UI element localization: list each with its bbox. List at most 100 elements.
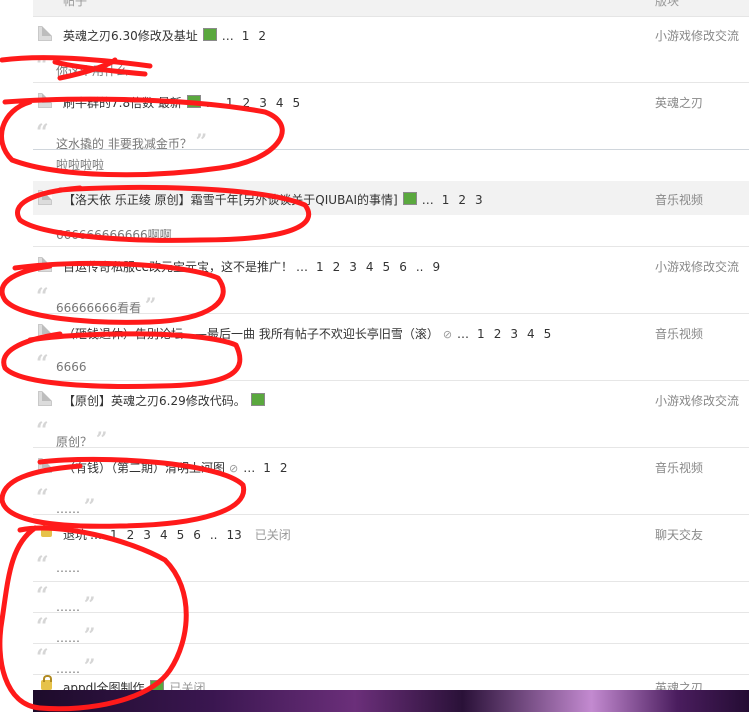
- quote-close-icon: ”: [83, 494, 96, 518]
- post-title-cell: （砸钱退休）告别论坛——最后一曲 我所有帖子不欢迎长亭旧雪（滚） ⊘ … 1 2 3 4 5: [63, 325, 560, 342]
- post-title-link[interactable]: 百运传奇私服ce改元宝元宝，这不是推广！: [63, 260, 293, 274]
- quote-open-icon: “: [36, 53, 49, 79]
- post-title-cell: 刷牛群的7.8倍数 最新 … 1 2 3 4 5: [63, 94, 309, 111]
- page-link[interactable]: 3: [259, 96, 267, 110]
- background-photo: [33, 690, 749, 712]
- pagination: 12345: [226, 96, 309, 110]
- page-link[interactable]: 4: [160, 528, 168, 542]
- page-link[interactable]: 3: [349, 260, 357, 274]
- reply-row: “ …… ”: [33, 613, 749, 647]
- pagination: 1 2 3 4 5 6.. 9: [316, 260, 449, 274]
- page-ellipsis: …: [457, 327, 470, 341]
- page-ellipsis: ..: [209, 528, 218, 542]
- page-link[interactable]: 5: [177, 528, 185, 542]
- page-ellipsis: …: [243, 461, 256, 475]
- page-link[interactable]: 1: [316, 260, 324, 274]
- table-header: 帖子 版块: [33, 0, 749, 17]
- reply-row: “ 这水撬的 非要我减金币？ ”: [33, 119, 749, 153]
- pagination: 12: [242, 29, 275, 43]
- post-title-cell: 百运传奇私服ce改元宝元宝，这不是推广！… 1 2 3 4 5 6.. 9: [63, 258, 449, 275]
- quote-open-icon: “: [36, 284, 49, 310]
- page-link[interactable]: 6: [399, 260, 407, 274]
- page-link[interactable]: 1: [442, 193, 450, 207]
- page-link[interactable]: 4: [276, 96, 284, 110]
- post-title-link[interactable]: 英魂之刃6.30修改及基址: [63, 29, 198, 43]
- page-ellipsis: …: [421, 193, 434, 207]
- page-link[interactable]: 1: [263, 461, 271, 475]
- post-title-link[interactable]: （砸钱退休）告别论坛——最后一曲 我所有帖子不欢迎长亭旧雪（滚）: [63, 327, 439, 341]
- post-title-link[interactable]: 刷牛群的7.8倍数 最新: [63, 96, 182, 110]
- page-link[interactable]: 6: [193, 528, 201, 542]
- document-icon: [38, 26, 52, 41]
- image-attachment-icon: [250, 393, 265, 406]
- pagination: 1 2 3 4 5 6.. 13: [110, 528, 251, 542]
- quote-open-icon: “: [36, 614, 49, 640]
- post-title-cell: 英魂之刃6.30修改及基址 … 1 2: [63, 27, 275, 44]
- page-link[interactable]: 2: [258, 29, 266, 43]
- post-title-link[interactable]: （有钱）（第二期）清明上河图: [63, 461, 225, 475]
- table-row: 刷牛群的7.8倍数 最新 … 1 2 3 4 5 英魂之刃: [33, 84, 749, 118]
- page-link[interactable]: 2: [280, 461, 288, 475]
- page-link[interactable]: 9: [432, 260, 440, 274]
- closed-badge: 已关闭: [254, 528, 291, 542]
- left-margin: [0, 0, 33, 712]
- forum-link[interactable]: 小游戏修改交流: [655, 27, 739, 44]
- page-ellipsis: …: [90, 528, 103, 542]
- page-link[interactable]: 1: [226, 96, 234, 110]
- forum-link[interactable]: 聊天交友: [655, 526, 703, 543]
- table-row: （砸钱退休）告别论坛——最后一曲 我所有帖子不欢迎长亭旧雪（滚） ⊘… 1 2 3 4 5 …: [33, 315, 749, 349]
- page-link[interactable]: 13: [227, 528, 242, 542]
- post-title-link[interactable]: 退坑: [63, 528, 87, 542]
- column-header-forum: 版块: [655, 0, 680, 8]
- reply-row: “ 你这个用什么: [33, 52, 749, 83]
- reply-preview: 啦啦啦啦: [56, 158, 105, 172]
- page-link[interactable]: 3: [475, 193, 483, 207]
- pagination: 123: [442, 193, 492, 207]
- page-link[interactable]: 1: [110, 528, 118, 542]
- forum-link[interactable]: 英魂之刃: [655, 94, 703, 111]
- post-list-panel: 帖子 版块 英魂之刃6.30修改及基址… 1 2 小游戏修改交流 “ 你这个用什么 …: [33, 0, 749, 695]
- page-link[interactable]: 5: [383, 260, 391, 274]
- document-icon: [38, 257, 52, 272]
- table-row: （有钱）（第二期）清明上河图 ⊘ … 1 2 音乐视频: [33, 449, 749, 483]
- table-row: 【原创】英魂之刃6.29修改代码。 小游戏修改交流: [33, 382, 749, 416]
- forum-link[interactable]: 音乐视频: [655, 459, 703, 476]
- page-link[interactable]: 2: [458, 193, 466, 207]
- quote-close-icon: ”: [144, 293, 157, 317]
- forum-link[interactable]: 小游戏修改交流: [655, 258, 739, 275]
- quote-open-icon: “: [36, 645, 49, 671]
- page-link[interactable]: 2: [494, 327, 502, 341]
- page-link[interactable]: 2: [127, 528, 135, 542]
- forum-link[interactable]: 音乐视频: [655, 325, 703, 342]
- page-link[interactable]: 5: [544, 327, 552, 341]
- document-icon: [38, 324, 52, 339]
- post-title-link[interactable]: 【原创】英魂之刃6.29修改代码。: [63, 394, 246, 408]
- page-link[interactable]: 2: [243, 96, 251, 110]
- reply-preview: 666666666666啊啊: [56, 228, 172, 242]
- page-link[interactable]: 1: [477, 327, 485, 341]
- forum-link[interactable]: 小游戏修改交流: [655, 392, 739, 409]
- table-row: 【洛天依 乐正绫 原创】霜雪千年[另外谈谈关于QIUBAI的事情] … 1 2 3 音乐…: [33, 181, 749, 215]
- quote-open-icon: “: [36, 552, 49, 578]
- table-row: 百运传奇私服ce改元宝元宝，这不是推广！… 1 2 3 4 5 6.. 9 小游戏修改交流: [33, 248, 749, 282]
- pagination: 12345: [477, 327, 560, 341]
- quote-close-icon: ”: [95, 427, 108, 451]
- paperclip-icon: ⊘: [442, 328, 453, 341]
- document-icon: [38, 93, 52, 108]
- page-link[interactable]: 3: [143, 528, 151, 542]
- page-link[interactable]: 4: [527, 327, 535, 341]
- post-title-cell: 【洛天依 乐正绫 原创】霜雪千年[另外谈谈关于QIUBAI的事情] … 1 2 3: [63, 191, 492, 208]
- forum-link[interactable]: 音乐视频: [655, 191, 703, 208]
- reply-preview: …… ”: [56, 494, 96, 518]
- post-title-link[interactable]: 【洛天依 乐正绫 原创】霜雪千年[另外谈谈关于QIUBAI的事情]: [63, 193, 398, 207]
- paperclip-icon: ⊘: [229, 462, 239, 475]
- reply-row: 666666666666啊啊: [33, 216, 749, 247]
- page-link[interactable]: 1: [242, 29, 250, 43]
- image-attachment-icon: [402, 192, 417, 205]
- page-link[interactable]: 4: [366, 260, 374, 274]
- image-attachment-icon: [186, 95, 201, 108]
- page-link[interactable]: 2: [333, 260, 341, 274]
- page-link[interactable]: 5: [292, 96, 300, 110]
- page-link[interactable]: 3: [510, 327, 518, 341]
- table-row: appdl全图制作 已关闭 英魂之刃: [33, 671, 749, 695]
